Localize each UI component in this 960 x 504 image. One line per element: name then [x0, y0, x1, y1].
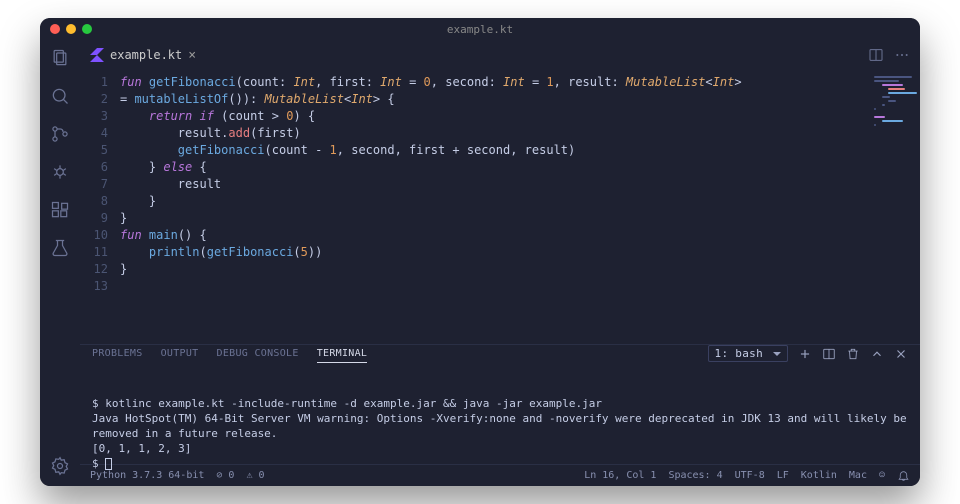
close-panel-icon[interactable]	[894, 347, 908, 361]
maximize-panel-icon[interactable]	[870, 347, 884, 361]
minimap-content	[874, 76, 916, 128]
terminal-selector[interactable]: 1: bash	[708, 345, 788, 362]
tab-problems[interactable]: PROBLEMS	[92, 348, 143, 359]
extensions-icon[interactable]	[50, 200, 70, 220]
tab-filename: example.kt	[110, 48, 182, 62]
tab-bar: example.kt ×	[80, 40, 920, 70]
activity-bar	[40, 40, 80, 486]
settings-icon[interactable]	[50, 456, 70, 476]
traffic-lights	[50, 24, 92, 34]
debug-icon[interactable]	[50, 162, 70, 182]
search-icon[interactable]	[50, 86, 70, 106]
panel-tabs: PROBLEMS OUTPUT DEBUG CONSOLE TERMINAL 1…	[80, 345, 920, 362]
minimap[interactable]	[870, 70, 920, 344]
window-body: example.kt × 12345678910111213 fun getFi…	[40, 40, 920, 486]
bottom-panel: PROBLEMS OUTPUT DEBUG CONSOLE TERMINAL 1…	[80, 344, 920, 464]
close-tab-icon[interactable]: ×	[188, 48, 196, 63]
titlebar: example.kt	[40, 18, 920, 40]
code-content[interactable]: fun getFibonacci(count: Int, first: Int …	[120, 70, 870, 344]
testing-icon[interactable]	[50, 238, 70, 258]
tab-example-kt[interactable]: example.kt ×	[80, 40, 206, 70]
split-terminal-icon[interactable]	[822, 347, 836, 361]
split-editor-icon[interactable]	[868, 47, 884, 63]
editor-area[interactable]: 12345678910111213 fun getFibonacci(count…	[80, 70, 920, 344]
more-actions-icon[interactable]	[894, 47, 910, 63]
line-gutter: 12345678910111213	[80, 70, 120, 344]
minimize-window-button[interactable]	[66, 24, 76, 34]
kill-terminal-icon[interactable]	[846, 347, 860, 361]
source-control-icon[interactable]	[50, 124, 70, 144]
tab-output[interactable]: OUTPUT	[161, 348, 199, 359]
main-area: example.kt × 12345678910111213 fun getFi…	[80, 40, 920, 486]
activity-bottom	[50, 456, 70, 476]
tab-debug-console[interactable]: DEBUG CONSOLE	[217, 348, 299, 359]
close-window-button[interactable]	[50, 24, 60, 34]
panel-actions: 1: bash	[708, 345, 908, 362]
maximize-window-button[interactable]	[82, 24, 92, 34]
editor-actions	[868, 47, 920, 63]
terminal-content[interactable]: $ kotlinc example.kt -include-runtime -d…	[80, 362, 920, 486]
kotlin-icon	[90, 48, 104, 62]
new-terminal-icon[interactable]	[798, 347, 812, 361]
tab-terminal[interactable]: TERMINAL	[317, 348, 368, 363]
window-title: example.kt	[447, 23, 513, 36]
explorer-icon[interactable]	[50, 48, 70, 68]
editor-window: example.kt example.kt ×	[40, 18, 920, 486]
